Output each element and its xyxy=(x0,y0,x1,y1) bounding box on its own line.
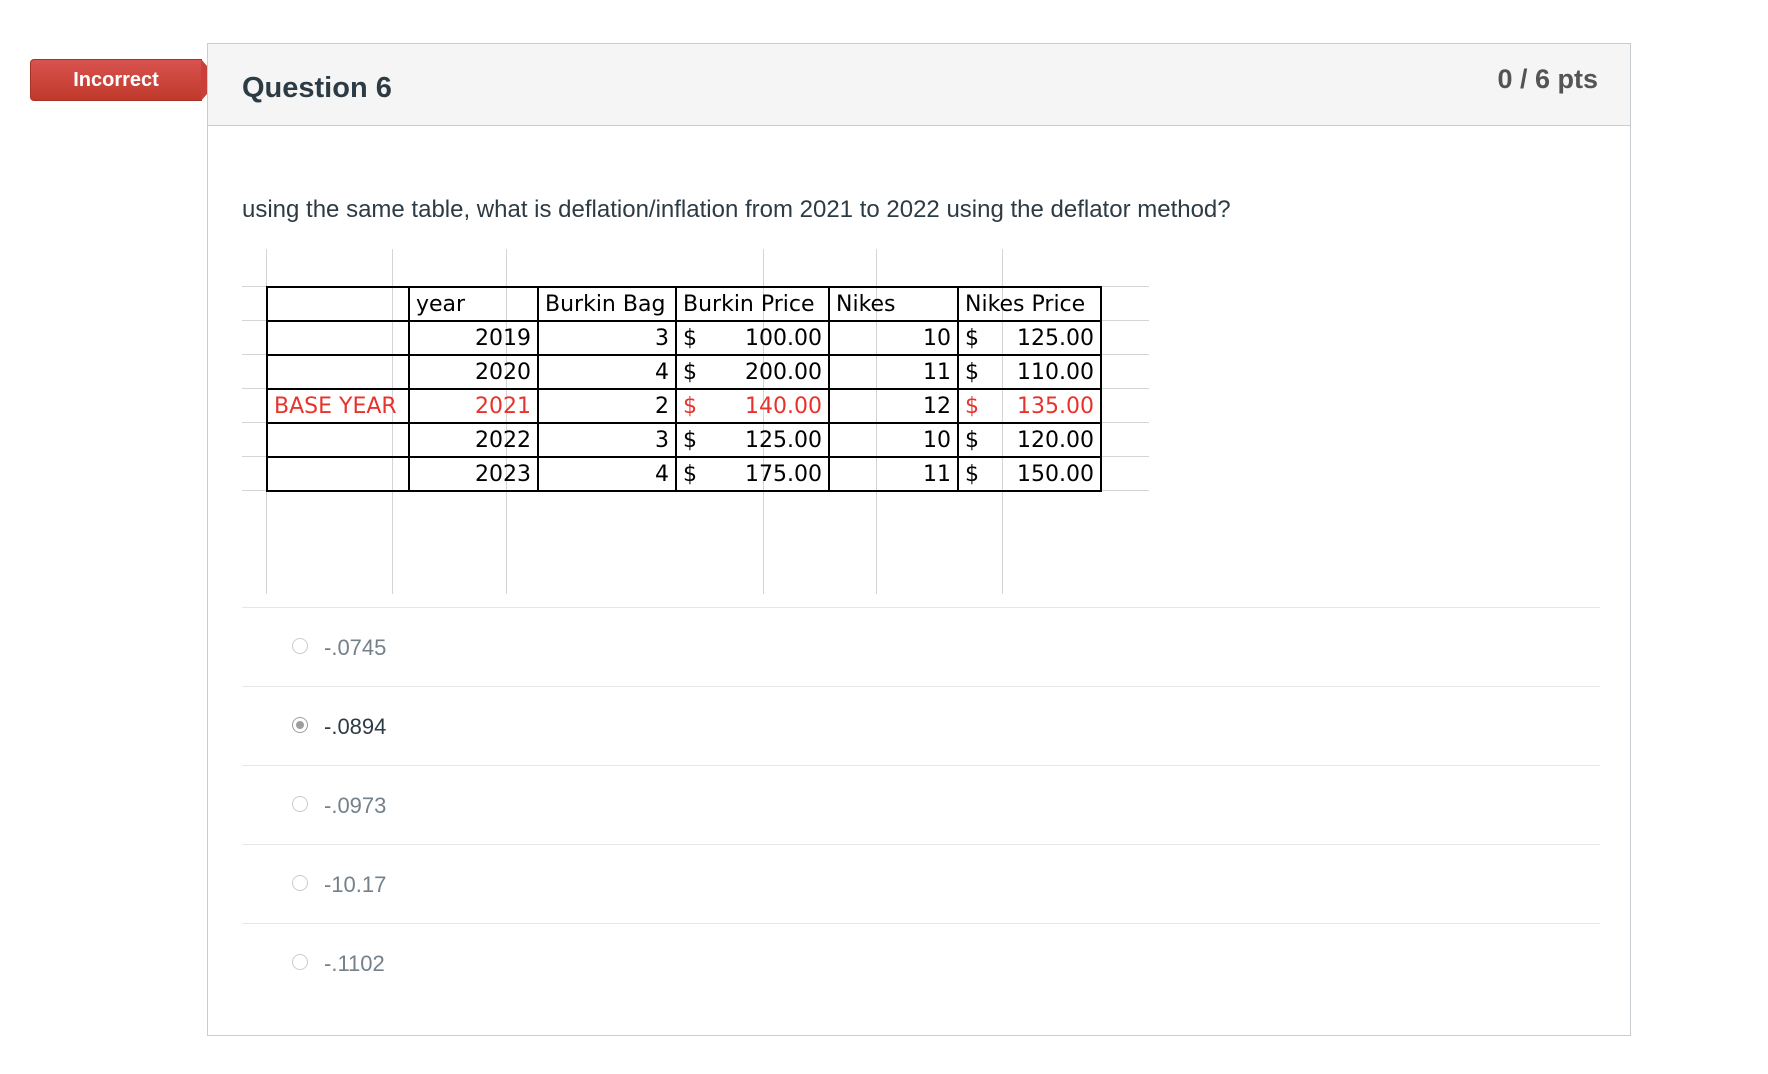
base-year-label: BASE YEAR xyxy=(266,388,410,424)
radio-button[interactable] xyxy=(292,638,308,654)
radio-button[interactable] xyxy=(292,875,308,891)
table-cell: $120.00 xyxy=(957,422,1102,458)
table-row: 2019 3 $100.00 10 $125.00 xyxy=(266,320,1102,356)
table-cell: 2021 xyxy=(408,388,539,424)
table-cell: $125.00 xyxy=(957,320,1102,356)
table-cell: 11 xyxy=(828,456,959,492)
answer-option[interactable]: -.1102 xyxy=(242,923,1600,1002)
data-table: year Burkin Bag Burkin Price Nikes Nikes… xyxy=(266,286,1102,492)
table-cell: $125.00 xyxy=(675,422,830,458)
table-cell: 2 xyxy=(537,388,677,424)
table-cell: $100.00 xyxy=(675,320,830,356)
radio-button-selected[interactable] xyxy=(292,717,308,733)
table-cell: 2019 xyxy=(408,320,539,356)
table-header-cell: Burkin Bag xyxy=(537,286,677,322)
table-cell: 2020 xyxy=(408,354,539,390)
question-header: Question 6 0 / 6 pts xyxy=(208,44,1630,126)
question-points: 0 / 6 pts xyxy=(1497,64,1598,94)
table-cell: $150.00 xyxy=(957,456,1102,492)
answer-option[interactable]: -10.17 xyxy=(242,844,1600,923)
table-header-row: year Burkin Bag Burkin Price Nikes Nikes… xyxy=(266,286,1102,322)
table-row: 2020 4 $200.00 11 $110.00 xyxy=(266,354,1102,390)
table-cell: $175.00 xyxy=(675,456,830,492)
question-card: Question 6 0 / 6 pts using the same tabl… xyxy=(207,43,1631,1036)
answer-option[interactable]: -.0745 xyxy=(242,607,1600,686)
incorrect-badge: Incorrect xyxy=(30,59,202,101)
table-cell xyxy=(266,456,410,492)
table-cell: 11 xyxy=(828,354,959,390)
question-text: using the same table, what is deflation/… xyxy=(242,196,1231,223)
table-cell: 10 xyxy=(828,320,959,356)
answer-option[interactable]: -.0973 xyxy=(242,765,1600,844)
table-header-cell xyxy=(266,286,410,322)
table-cell xyxy=(266,320,410,356)
table-row: 2022 3 $125.00 10 $120.00 xyxy=(266,422,1102,458)
table-cell: 4 xyxy=(537,456,677,492)
table-cell: 12 xyxy=(828,388,959,424)
answer-option-selected[interactable]: -.0894 xyxy=(242,686,1600,765)
table-cell xyxy=(266,354,410,390)
table-header-cell: Nikes xyxy=(828,286,959,322)
table-header-cell: Nikes Price xyxy=(957,286,1102,322)
table-header-cell: Burkin Price xyxy=(675,286,830,322)
table-header-cell: year xyxy=(408,286,539,322)
table-cell: $140.00 xyxy=(675,388,830,424)
answer-label: -.0973 xyxy=(324,793,387,818)
table-cell: 3 xyxy=(537,422,677,458)
answer-label: -.1102 xyxy=(324,951,385,976)
radio-button[interactable] xyxy=(292,796,308,812)
question-title: Question 6 xyxy=(242,72,392,104)
answer-list: -.0745 -.0894 -.0973 -10.17 -.1102 xyxy=(242,607,1600,1002)
table-cell: 2022 xyxy=(408,422,539,458)
table-cell: $135.00 xyxy=(957,388,1102,424)
table-cell: $200.00 xyxy=(675,354,830,390)
table-cell: 4 xyxy=(537,354,677,390)
table-cell: $110.00 xyxy=(957,354,1102,390)
table-row: 2023 4 $175.00 11 $150.00 xyxy=(266,456,1102,492)
spreadsheet-image: year Burkin Bag Burkin Price Nikes Nikes… xyxy=(242,249,1149,594)
answer-label: -.0894 xyxy=(324,714,387,739)
answer-label: -10.17 xyxy=(324,872,387,897)
table-cell: 2023 xyxy=(408,456,539,492)
table-row-base-year: BASE YEAR 2021 2 $140.00 12 $135.00 xyxy=(266,388,1102,424)
table-cell xyxy=(266,422,410,458)
radio-button[interactable] xyxy=(292,954,308,970)
table-cell: 3 xyxy=(537,320,677,356)
answer-label: -.0745 xyxy=(324,635,387,660)
table-cell: 10 xyxy=(828,422,959,458)
